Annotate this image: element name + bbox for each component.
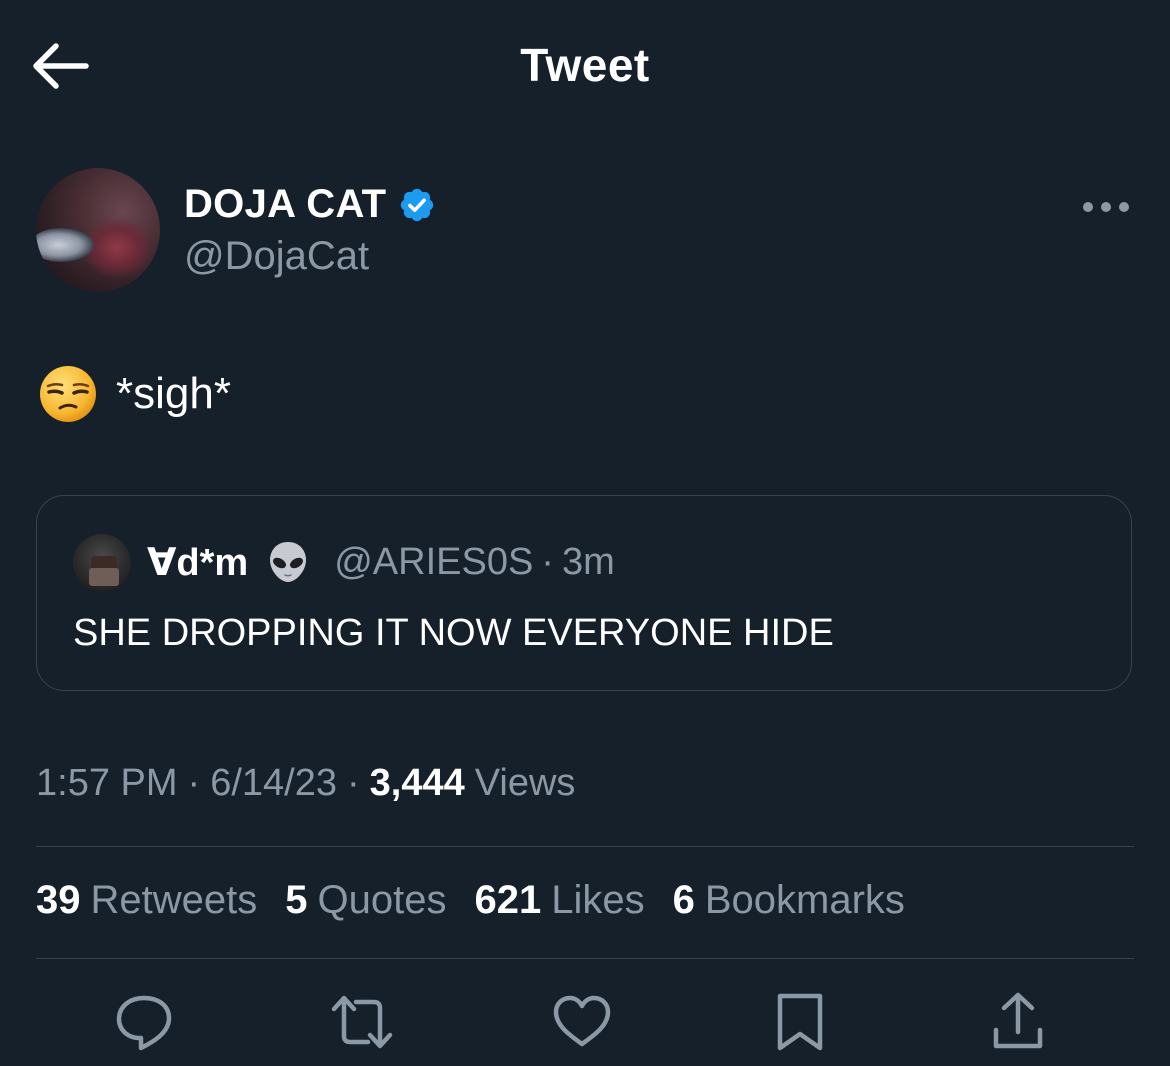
more-icon [1083, 202, 1129, 212]
engagement-stats: 39 Retweets 5 Quotes 621 Likes 6 Bookmar… [36, 878, 933, 923]
unamused-face-icon [40, 366, 96, 422]
bookmark-button[interactable] [768, 990, 838, 1054]
quoted-avatar[interactable] [73, 534, 131, 592]
quotes-count: 5 [285, 878, 308, 922]
quotes-label: Quotes [317, 878, 447, 922]
share-button[interactable] [986, 990, 1056, 1054]
author-name-row: DOJA CAT [184, 182, 436, 227]
tweet-date: 6/14/23 [210, 762, 337, 804]
retweets-stat[interactable]: 39 Retweets [36, 878, 257, 923]
bookmarks-count: 6 [672, 878, 695, 922]
retweets-label: Retweets [90, 878, 258, 922]
more-options-button[interactable] [1076, 192, 1136, 222]
verified-badge-icon [401, 188, 434, 221]
separator-dot: · [346, 762, 360, 804]
like-icon [553, 995, 611, 1047]
divider [36, 846, 1134, 847]
quoted-handle: @ARIES0S [334, 540, 534, 583]
author-display-name[interactable]: DOJA CAT [184, 182, 386, 227]
likes-label: Likes [551, 878, 645, 922]
quotes-stat[interactable]: 5 Quotes [285, 878, 446, 923]
quoted-display-name: ∀d*m [147, 541, 249, 584]
likes-stat[interactable]: 621 Likes [474, 878, 644, 923]
quoted-text: SHE DROPPING IT NOW EVERYONE HIDE [73, 612, 834, 654]
tweet-text: *sigh* [38, 364, 231, 424]
tweet-body: *sigh* [116, 369, 231, 418]
tweet-author: DOJA CAT @DojaCat [36, 168, 1136, 298]
quoted-timestamp: 3m [561, 540, 615, 583]
views-count: 3,444 [369, 762, 465, 804]
avatar[interactable] [36, 168, 160, 292]
quoted-tweet[interactable]: ∀d*m @ARIES0S · 3m SHE DROPPING IT NOW E… [36, 495, 1132, 691]
divider [36, 958, 1134, 959]
separator-dot: · [541, 540, 554, 583]
bookmark-icon [777, 993, 823, 1051]
retweet-icon [331, 995, 393, 1049]
retweet-button[interactable] [330, 990, 400, 1054]
like-button[interactable] [550, 990, 620, 1054]
separator-dot: · [187, 762, 201, 804]
reply-button[interactable] [112, 990, 182, 1054]
views-label: Views [474, 762, 576, 804]
retweets-count: 39 [36, 878, 81, 922]
top-bar: Tweet [0, 0, 1170, 130]
reply-icon [116, 995, 172, 1051]
tweet-meta: 1:57 PM · 6/14/23 · 3,444 Views [36, 762, 575, 805]
bookmarks-stat[interactable]: 6 Bookmarks [673, 878, 905, 923]
page-title: Tweet [520, 39, 650, 91]
share-icon [993, 992, 1043, 1049]
action-bar [0, 990, 1170, 1060]
bookmarks-label: Bookmarks [704, 878, 905, 922]
likes-count: 621 [474, 878, 542, 922]
quoted-author-row: ∀d*m @ARIES0S · 3m [147, 540, 615, 584]
tweet-time: 1:57 PM [36, 762, 178, 804]
author-handle[interactable]: @DojaCat [184, 234, 369, 279]
alien-icon [270, 542, 307, 582]
